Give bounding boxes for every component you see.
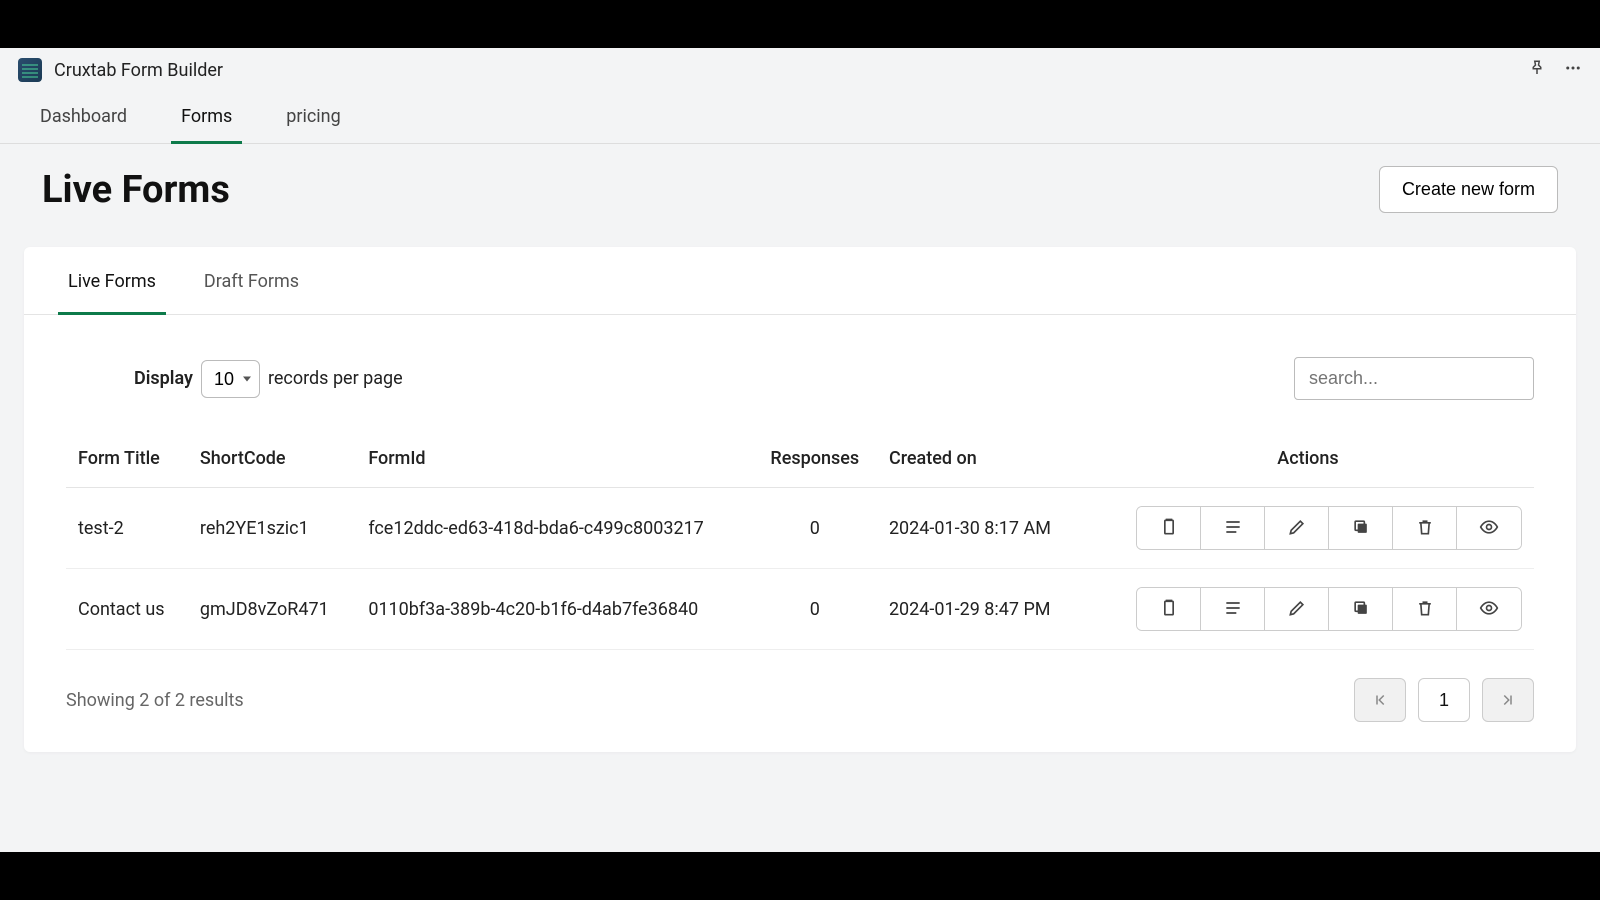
th-formid: FormId (356, 430, 752, 488)
table-footer: Showing 2 of 2 results 1 (24, 650, 1576, 752)
records-select[interactable]: 10 (201, 360, 260, 398)
pin-icon[interactable] (1528, 59, 1546, 81)
actions-group (1136, 587, 1522, 631)
pagination: 1 (1354, 678, 1534, 722)
inner-tabs: Live Forms Draft Forms (24, 247, 1576, 315)
list-button[interactable] (1201, 588, 1265, 630)
title-bar: Cruxtab Form Builder (0, 48, 1600, 92)
th-actions: Actions (1082, 430, 1534, 488)
list-icon (1223, 598, 1243, 621)
clipboard-icon (1159, 598, 1179, 621)
records-select-wrap: 10 (201, 360, 260, 398)
forms-table: Form Title ShortCode FormId Responses Cr… (66, 430, 1534, 650)
trash-button[interactable] (1393, 588, 1457, 630)
trash-icon (1415, 517, 1435, 540)
letterbox-top (0, 0, 1600, 48)
trash-button[interactable] (1393, 507, 1457, 549)
tab-forms[interactable]: Forms (171, 92, 242, 143)
cell-shortcode: reh2YE1szic1 (188, 488, 356, 569)
cell-title: test-2 (66, 488, 188, 569)
page-header: Live Forms Create new form (0, 144, 1600, 247)
last-page-button[interactable] (1482, 678, 1534, 722)
cell-responses: 0 (753, 569, 877, 650)
create-new-form-button[interactable]: Create new form (1379, 166, 1558, 213)
copy-button[interactable] (1329, 507, 1393, 549)
app-window: Cruxtab Form Builder Dashboard Forms pri… (0, 48, 1600, 852)
actions-group (1136, 506, 1522, 550)
cell-created: 2024-01-30 8:17 AM (877, 488, 1082, 569)
app-icon (18, 58, 42, 82)
clipboard-icon (1159, 517, 1179, 540)
copy-icon (1351, 517, 1371, 540)
inner-tab-draft[interactable]: Draft Forms (194, 247, 309, 314)
page-number-button[interactable]: 1 (1418, 678, 1470, 722)
edit-button[interactable] (1265, 588, 1329, 630)
clipboard-button[interactable] (1137, 507, 1201, 549)
list-icon (1223, 517, 1243, 540)
table-row: Contact us gmJD8vZoR471 0110bf3a-389b-4c… (66, 569, 1534, 650)
cell-formid: 0110bf3a-389b-4c20-b1f6-d4ab7fe36840 (356, 569, 752, 650)
edit-icon (1287, 517, 1307, 540)
main-nav: Dashboard Forms pricing (0, 92, 1600, 144)
eye-button[interactable] (1457, 507, 1521, 549)
cell-shortcode: gmJD8vZoR471 (188, 569, 356, 650)
copy-icon (1351, 598, 1371, 621)
list-button[interactable] (1201, 507, 1265, 549)
app-title: Cruxtab Form Builder (54, 60, 1528, 81)
eye-icon (1479, 598, 1499, 621)
th-title: Form Title (66, 430, 188, 488)
th-created: Created on (877, 430, 1082, 488)
trash-icon (1415, 598, 1435, 621)
inner-tab-live[interactable]: Live Forms (58, 247, 166, 314)
eye-button[interactable] (1457, 588, 1521, 630)
edit-button[interactable] (1265, 507, 1329, 549)
display-label: Display (134, 368, 193, 389)
th-responses: Responses (753, 430, 877, 488)
tab-pricing[interactable]: pricing (276, 92, 350, 143)
letterbox-bottom (0, 852, 1600, 900)
page-title: Live Forms (42, 168, 230, 212)
more-icon[interactable] (1564, 59, 1582, 81)
records-suffix: records per page (268, 368, 403, 389)
controls-row: Display 10 records per page (24, 315, 1576, 430)
title-actions (1528, 59, 1582, 81)
edit-icon (1287, 598, 1307, 621)
forms-card: Live Forms Draft Forms Display 10 record… (24, 247, 1576, 752)
table-row: test-2 reh2YE1szic1 fce12ddc-ed63-418d-b… (66, 488, 1534, 569)
tab-dashboard[interactable]: Dashboard (30, 92, 137, 143)
cell-actions (1082, 488, 1534, 569)
cell-responses: 0 (753, 488, 877, 569)
th-shortcode: ShortCode (188, 430, 356, 488)
clipboard-button[interactable] (1137, 588, 1201, 630)
eye-icon (1479, 517, 1499, 540)
display-wrap: Display 10 records per page (134, 360, 403, 398)
cell-formid: fce12ddc-ed63-418d-bda6-c499c8003217 (356, 488, 752, 569)
first-page-button[interactable] (1354, 678, 1406, 722)
copy-button[interactable] (1329, 588, 1393, 630)
search-input[interactable] (1294, 357, 1534, 400)
cell-actions (1082, 569, 1534, 650)
results-text: Showing 2 of 2 results (66, 690, 244, 711)
cell-title: Contact us (66, 569, 188, 650)
cell-created: 2024-01-29 8:47 PM (877, 569, 1082, 650)
